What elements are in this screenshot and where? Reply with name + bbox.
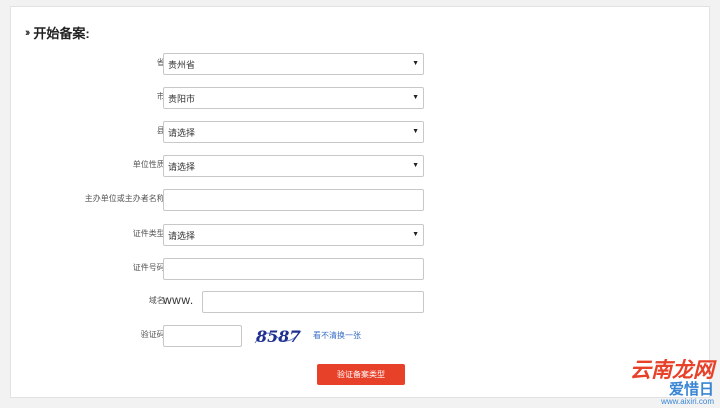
unit-nature-label: 单位性质:: [132, 160, 167, 169]
captcha-row: 验证码: 8587 看不清换一张: [11, 325, 711, 347]
id-number-label: 证件号码:: [132, 263, 167, 272]
city-select[interactable]: 贵阳市 ▼: [163, 87, 424, 109]
sponsor-name-row: 主办单位或主办者名称:: [11, 189, 711, 211]
watermark-url-text: www.aixiri.com: [661, 397, 714, 406]
id-type-row: 证件类型: 请选择 ▼: [11, 224, 711, 246]
county-row: 县: 请选择 ▼: [11, 121, 711, 143]
page-title: 开始备案:: [33, 26, 90, 41]
sponsor-name-label: 主办单位或主办者名称:: [84, 194, 167, 203]
captcha-input[interactable]: [163, 325, 242, 347]
domain-input[interactable]: [202, 291, 424, 313]
domain-row: 域名: www.: [11, 291, 711, 313]
id-type-value: 请选择: [168, 230, 196, 241]
verify-filing-type-button[interactable]: 验证备案类型: [317, 364, 405, 385]
city-value: 贵阳市: [168, 93, 196, 104]
double-arrow-icon: ››: [25, 26, 31, 39]
unit-nature-value: 请选择: [168, 161, 196, 172]
captcha-image[interactable]: 8587: [253, 323, 303, 349]
form-panel: ›› 开始备案: 省: 贵州省 ▼ 市: 贵阳市 ▼ 县: 请选择 ▼ 单位性质…: [10, 6, 710, 398]
id-type-label: 证件类型:: [132, 229, 167, 238]
watermark-main-text: 云南龙网: [630, 359, 714, 382]
caret-down-icon: ▼: [412, 94, 419, 101]
caret-down-icon: ▼: [412, 231, 419, 238]
unit-nature-select[interactable]: 请选择 ▼: [163, 155, 424, 177]
caret-down-icon: ▼: [412, 162, 419, 169]
sponsor-name-input[interactable]: [163, 189, 424, 211]
id-type-select[interactable]: 请选择 ▼: [163, 224, 424, 246]
county-value: 请选择: [168, 127, 196, 138]
province-select[interactable]: 贵州省 ▼: [163, 53, 424, 75]
section-header: ›› 开始备案:: [25, 23, 90, 42]
watermark: 云南龙网 爱惜日 www.aixiri.com: [630, 359, 714, 407]
refresh-captcha-link[interactable]: 看不清换一张: [313, 330, 361, 341]
watermark-sub-text: 爱惜日: [668, 381, 714, 398]
unit-nature-row: 单位性质: 请选择 ▼: [11, 155, 711, 177]
province-row: 省: 贵州省 ▼: [11, 53, 711, 75]
caret-down-icon: ▼: [412, 128, 419, 135]
id-number-input[interactable]: [163, 258, 424, 280]
caret-down-icon: ▼: [412, 60, 419, 67]
www-prefix: www.: [163, 293, 194, 307]
captcha-text: 8587: [255, 327, 301, 346]
province-value: 贵州省: [168, 59, 196, 70]
county-select[interactable]: 请选择 ▼: [163, 121, 424, 143]
id-number-row: 证件号码:: [11, 258, 711, 280]
city-row: 市: 贵阳市 ▼: [11, 87, 711, 109]
